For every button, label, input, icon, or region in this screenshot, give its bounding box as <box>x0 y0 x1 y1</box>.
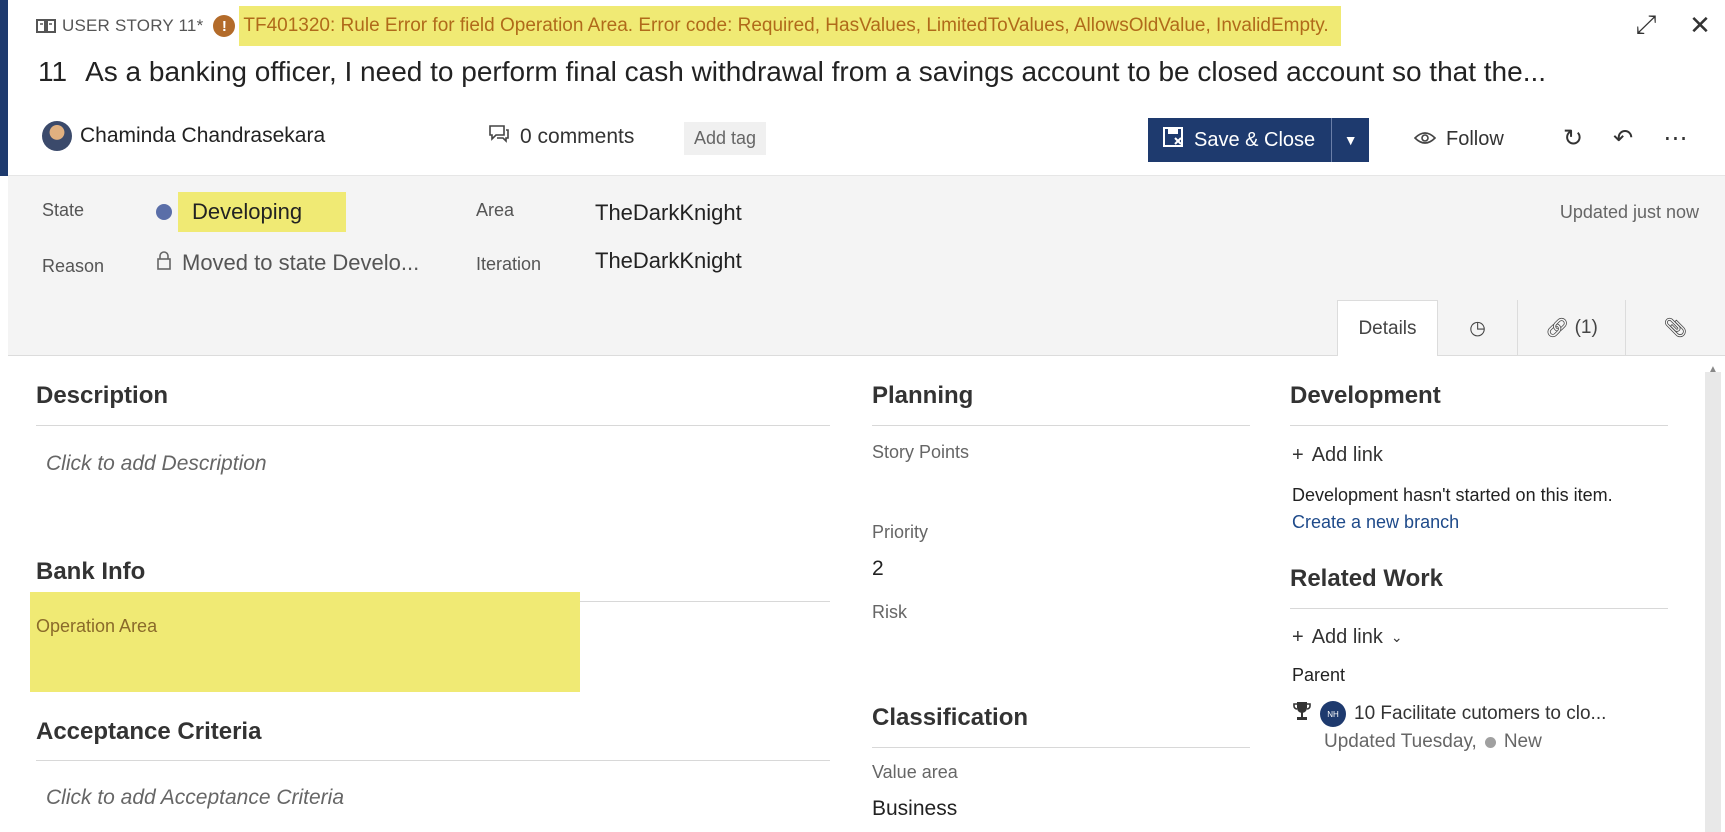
operation-area-field[interactable]: Operation Area <box>30 592 580 692</box>
refresh-icon[interactable]: ↻ <box>1563 124 1583 153</box>
save-options-dropdown[interactable]: ▼ <box>1331 118 1370 162</box>
development-add-link[interactable]: + Add link <box>1292 444 1383 467</box>
parent-avatar: NH <box>1320 701 1346 727</box>
plus-icon: + <box>1292 626 1304 648</box>
work-item-type-label: USER STORY 11* <box>62 16 204 35</box>
reason-label: Reason <box>42 256 105 276</box>
state-label: State <box>42 200 85 220</box>
tab-attachments[interactable]: 📎︎ <box>1625 300 1725 356</box>
parent-work-item[interactable]: NH 10 Facilitate cutomers to clo... <box>1292 700 1606 728</box>
development-add-link-label: Add link <box>1311 444 1383 466</box>
acceptance-divider <box>36 760 830 761</box>
chevron-down-icon: ⌄ <box>1390 629 1403 645</box>
assigned-to[interactable]: Chaminda Chandrasekara <box>42 121 325 151</box>
book-icon <box>36 18 56 34</box>
updated-status: Updated just now <box>1559 202 1699 222</box>
planning-title: Planning <box>872 382 974 409</box>
warning-icon: ! <box>213 15 236 37</box>
area-value[interactable]: TheDarkKnight <box>595 200 742 226</box>
window-controls: ⤢ ✕ <box>1631 9 1715 40</box>
work-item-tabs: Details ◷ 🔗︎ (1) 📎︎ <box>1337 300 1725 356</box>
follow-label: Follow <box>1446 128 1504 150</box>
save-close-label: Save & Close <box>1194 128 1316 151</box>
assigned-to-name: Chaminda Chandrasekara <box>80 124 326 147</box>
parent-meta: Updated Tuesday, New <box>1324 731 1542 753</box>
value-area-value[interactable]: Business <box>872 797 957 821</box>
related-work-add-link-label: Add link <box>1311 626 1383 648</box>
parent-label: Parent <box>1292 665 1346 685</box>
header-actions: ↻ ↶ ⋯ <box>1563 124 1687 153</box>
expand-icon[interactable]: ⤢ <box>1631 9 1661 40</box>
plus-icon: + <box>1292 444 1304 466</box>
comments-link[interactable]: 0 comments <box>488 124 634 150</box>
operation-area-label: Operation Area <box>36 616 158 636</box>
paperclip-icon: 📎︎ <box>1663 318 1688 339</box>
more-actions-icon[interactable]: ⋯ <box>1663 124 1687 153</box>
planning-divider <box>872 425 1250 426</box>
save-icon <box>1162 126 1184 154</box>
priority-label: Priority <box>872 522 929 542</box>
comments-count: 0 comments <box>520 125 635 148</box>
avatar <box>42 121 72 151</box>
work-item-title[interactable]: As a banking officer, I need to perform … <box>85 56 1546 87</box>
iteration-value[interactable]: TheDarkKnight <box>595 248 742 274</box>
work-item-type-row: USER STORY 11* ! TF401320: Rule Error fo… <box>36 6 1341 46</box>
reason-field: Moved to state Develo... <box>156 250 419 276</box>
state-dot <box>1484 736 1496 748</box>
state-dot <box>156 204 172 220</box>
chevron-down-icon: ▼ <box>1343 132 1358 148</box>
development-title: Development <box>1290 382 1441 409</box>
development-status: Development hasn't started on this item. <box>1292 485 1613 505</box>
add-tag-button[interactable]: Add tag <box>684 122 767 155</box>
work-item-id: 11 <box>38 56 68 87</box>
tab-history[interactable]: ◷ <box>1437 300 1517 356</box>
priority-value[interactable]: 2 <box>872 557 884 581</box>
save-close-group: Save & Close ▼ <box>1148 118 1370 162</box>
area-label: Area <box>476 200 515 220</box>
link-icon: 🔗︎ <box>1545 318 1570 339</box>
iteration-label: Iteration <box>476 254 542 274</box>
rule-error-message: TF401320: Rule Error for field Operation… <box>239 6 1341 46</box>
create-branch-link[interactable]: Create a new branch <box>1292 512 1459 533</box>
story-points-label: Story Points <box>872 442 970 462</box>
related-work-add-link[interactable]: + Add link ⌄ <box>1292 626 1403 649</box>
save-close-button[interactable]: Save & Close <box>1148 118 1332 162</box>
eye-icon <box>1413 128 1437 151</box>
work-item-title-row: 11 As a banking officer, I need to perfor… <box>38 56 1546 88</box>
history-icon: ◷ <box>1469 317 1486 339</box>
development-divider <box>1290 425 1668 426</box>
value-area-label: Value area <box>872 762 958 782</box>
bank-info-title: Bank Info <box>36 558 146 585</box>
acceptance-criteria-field[interactable]: Click to add Acceptance Criteria <box>46 786 344 810</box>
follow-button[interactable]: Follow <box>1413 128 1504 151</box>
work-item-color-bar <box>0 0 8 176</box>
work-item-header: USER STORY 11* ! TF401320: Rule Error fo… <box>8 0 1725 176</box>
tab-details[interactable]: Details <box>1337 300 1437 356</box>
links-count: (1) <box>1574 317 1598 338</box>
comment-icon <box>488 124 510 150</box>
acceptance-criteria-title: Acceptance Criteria <box>36 718 262 745</box>
description-title: Description <box>36 382 169 409</box>
tab-links[interactable]: 🔗︎ (1) <box>1517 300 1625 356</box>
parent-state: New <box>1503 731 1542 752</box>
scrollbar[interactable] <box>1705 372 1721 832</box>
state-dropdown[interactable]: Developing <box>178 192 346 232</box>
related-work-divider <box>1290 608 1668 609</box>
reason-value: Moved to state Develo... <box>182 250 420 275</box>
classification-divider <box>872 747 1250 748</box>
lock-icon <box>156 250 172 276</box>
risk-label: Risk <box>872 602 907 622</box>
description-divider <box>36 425 830 426</box>
undo-icon[interactable]: ↶ <box>1613 124 1633 153</box>
classification-title: Classification <box>872 704 1029 731</box>
description-field[interactable]: Click to add Description <box>46 452 267 476</box>
parent-updated: Updated Tuesday, <box>1324 731 1477 752</box>
parent-title: 10 Facilitate cutomers to clo... <box>1354 703 1607 724</box>
trophy-icon <box>1292 700 1312 728</box>
work-item-fields: State Developing Reason Moved to state D… <box>8 176 1725 356</box>
related-work-title: Related Work <box>1290 565 1443 592</box>
close-icon[interactable]: ✕ <box>1685 10 1715 40</box>
